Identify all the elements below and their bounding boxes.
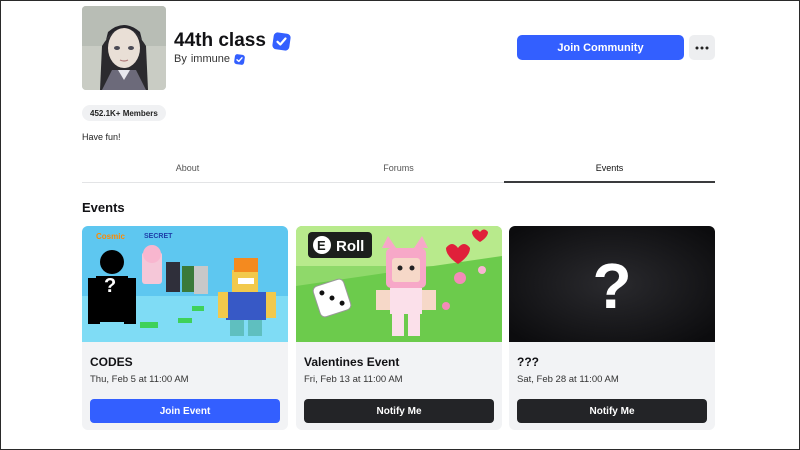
tab-bar: About Forums Events xyxy=(82,154,715,183)
group-title: 44th class xyxy=(174,30,266,51)
event-title: Valentines Event xyxy=(304,355,400,369)
event-card-valentines[interactable]: E Roll Valentines Event Fri, Feb 13 at 1… xyxy=(296,226,502,430)
thumbnail-roll-text: Roll xyxy=(336,238,364,255)
verified-badge-icon xyxy=(272,31,291,51)
notify-me-button[interactable]: Notify Me xyxy=(517,399,707,423)
event-title: ??? xyxy=(517,355,539,369)
event-date: Thu, Feb 5 at 11:00 AM xyxy=(90,374,189,385)
member-count-badge: 452.1K+ Members xyxy=(82,105,166,121)
more-horizontal-icon xyxy=(695,46,709,49)
event-date: Sat, Feb 28 at 11:00 AM xyxy=(517,374,619,385)
svg-text:?: ? xyxy=(104,275,116,297)
event-thumbnail-codes: Cosmic SECRET ? xyxy=(82,226,288,342)
owner-prefix: By xyxy=(174,53,187,65)
event-card-codes[interactable]: Cosmic SECRET ? CODES Thu, Feb 5 at 11:0… xyxy=(82,226,288,430)
join-event-button[interactable]: Join Event xyxy=(90,399,280,423)
join-community-button[interactable]: Join Community xyxy=(517,35,684,60)
event-title: CODES xyxy=(90,355,133,369)
group-description: Have fun! xyxy=(82,132,121,142)
thumbnail-key-text: E xyxy=(317,238,326,253)
tab-forums[interactable]: Forums xyxy=(293,154,504,182)
tab-events[interactable]: Events xyxy=(504,154,715,183)
group-avatar xyxy=(82,6,166,90)
thumbnail-text-secret: SECRET xyxy=(144,233,173,240)
tab-about[interactable]: About xyxy=(82,154,293,182)
event-date: Fri, Feb 13 at 11:00 AM xyxy=(304,374,403,385)
thumbnail-text-cosmic: Cosmic xyxy=(96,232,125,241)
event-thumbnail-mystery: ? xyxy=(509,226,715,342)
event-thumbnail-valentines: E Roll xyxy=(296,226,502,342)
events-section-title: Events xyxy=(82,200,125,215)
notify-me-button[interactable]: Notify Me xyxy=(304,399,494,423)
owner-verified-icon xyxy=(234,53,245,65)
more-options-button[interactable] xyxy=(689,35,715,60)
owner-link[interactable]: immune xyxy=(191,53,230,65)
event-card-mystery[interactable]: ? ??? Sat, Feb 28 at 11:00 AM Notify Me xyxy=(509,226,715,430)
mystery-question-mark: ? xyxy=(592,250,631,322)
